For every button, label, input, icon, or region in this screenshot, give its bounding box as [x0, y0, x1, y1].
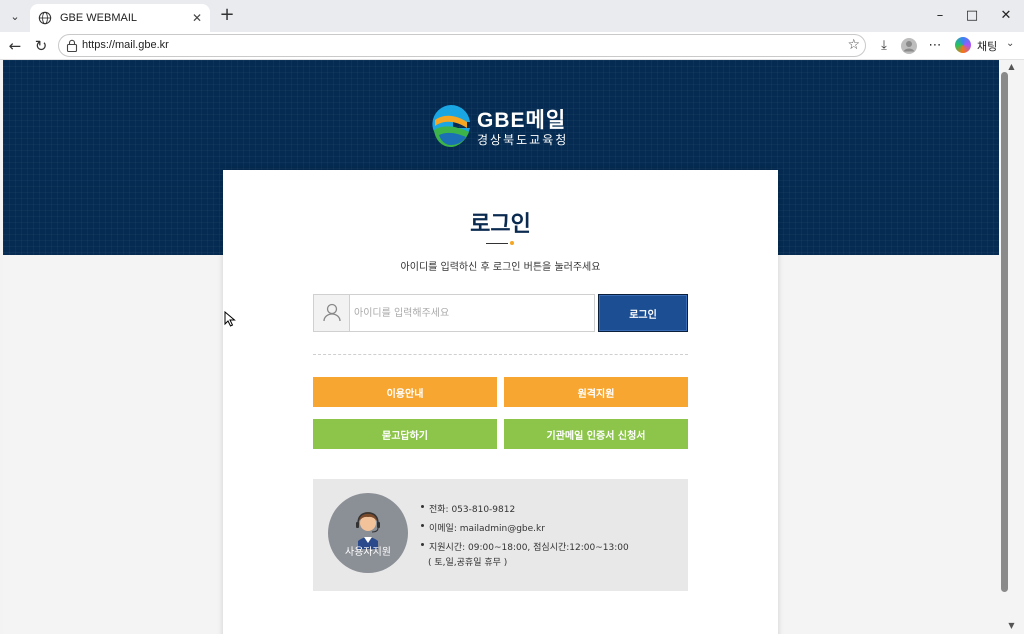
login-button[interactable]: 로그인 [598, 294, 688, 332]
divider [313, 354, 688, 355]
headset-agent-icon [356, 512, 380, 549]
login-description: 아이디를 입력하신 후 로그인 버튼을 눌러주세요 [400, 262, 601, 273]
support-avatar: 사용자지원 [328, 493, 408, 573]
support-label: 사용자지원 [345, 547, 391, 558]
support-info: 전화: 053-810-9812 이메일: mailadmin@gbe.kr 지… [421, 501, 629, 569]
login-card: 로그인 아이디를 입력하신 후 로그인 버튼을 눌러주세요 로그인 이용안내 원… [223, 170, 778, 634]
download-icon: ⤓ [881, 38, 887, 53]
lock-icon [66, 39, 78, 52]
brand-subtitle: 경상북도교육청 [477, 133, 569, 147]
tab-bar: ⌄ GBE WEBMAIL ✕ + – □ ✕ [0, 0, 1024, 32]
user-icon [314, 295, 350, 331]
refresh-button[interactable]: ↻ [31, 36, 51, 56]
page-scrollbar[interactable]: ▲ ▼ [999, 60, 1024, 634]
tab-actions-menu[interactable]: ⌄ [4, 5, 26, 27]
support-hours-note: ( 토,일,공휴일 휴무 ) [428, 558, 508, 568]
chevron-down-icon: ⌄ [10, 9, 20, 23]
copilot-icon[interactable] [955, 37, 971, 53]
support-phone: 전화: 053-810-9812 [429, 505, 516, 515]
scroll-up-icon[interactable]: ▲ [999, 62, 1024, 71]
back-button[interactable]: ← [5, 36, 25, 56]
address-bar[interactable]: https://mail.gbe.kr ☆ [58, 34, 866, 57]
title-underline [486, 243, 508, 244]
login-title: 로그인 [470, 212, 531, 237]
support-panel: 사용자지원 전화: 053-810-9812 이메일: mailadmin@gb… [313, 479, 688, 591]
id-field [313, 294, 595, 332]
gbe-logo[interactable]: GBE메일 경상북도교육청 [429, 102, 589, 152]
minimize-button[interactable]: – [925, 6, 955, 26]
browser-tab[interactable]: GBE WEBMAIL ✕ [30, 4, 210, 32]
address-toolbar: ← ↻ https://mail.gbe.kr ☆ ⤓ ⋯ [0, 32, 1024, 60]
url-text: https://mail.gbe.kr [82, 39, 169, 51]
globe-icon [38, 11, 52, 25]
downloads-button[interactable]: ⤓ [874, 36, 894, 56]
gbe-logo-mark-icon [432, 104, 470, 147]
cert-request-button[interactable]: 기관메일 인증서 신청서 [504, 419, 688, 449]
tab-title: GBE WEBMAIL [60, 12, 138, 24]
page-viewport: GBE메일 경상북도교육청 로그인 아이디를 입력하신 후 로그인 버튼을 눌러… [3, 60, 999, 634]
usage-guide-button[interactable]: 이용안내 [313, 377, 497, 407]
star-icon[interactable]: ☆ [847, 37, 860, 53]
profile-button[interactable] [899, 36, 919, 56]
mouse-cursor-icon [224, 311, 236, 327]
new-tab-button[interactable]: + [217, 6, 237, 26]
profile-icon [901, 38, 917, 54]
support-hours: 지원시간: 09:00~18:00, 점심시간:12:00~13:00 [429, 543, 629, 553]
maximize-button[interactable]: □ [957, 6, 987, 26]
brand-name: GBE메일 [477, 109, 567, 132]
scroll-down-icon[interactable]: ▼ [999, 621, 1024, 630]
faq-button[interactable]: 묻고답하기 [313, 419, 497, 449]
title-dot [510, 241, 514, 245]
remote-support-button[interactable]: 원격지원 [504, 377, 688, 407]
scrollbar-thumb[interactable] [1001, 72, 1008, 592]
close-icon[interactable]: ✕ [192, 11, 202, 25]
chevron-down-icon[interactable]: ⌄ [1006, 38, 1014, 49]
close-window-button[interactable]: ✕ [991, 6, 1021, 26]
more-menu-button[interactable]: ⋯ [925, 36, 945, 56]
chat-label[interactable]: 채팅 [977, 38, 997, 54]
support-email: 이메일: mailadmin@gbe.kr [429, 524, 545, 534]
id-input[interactable] [354, 295, 590, 331]
